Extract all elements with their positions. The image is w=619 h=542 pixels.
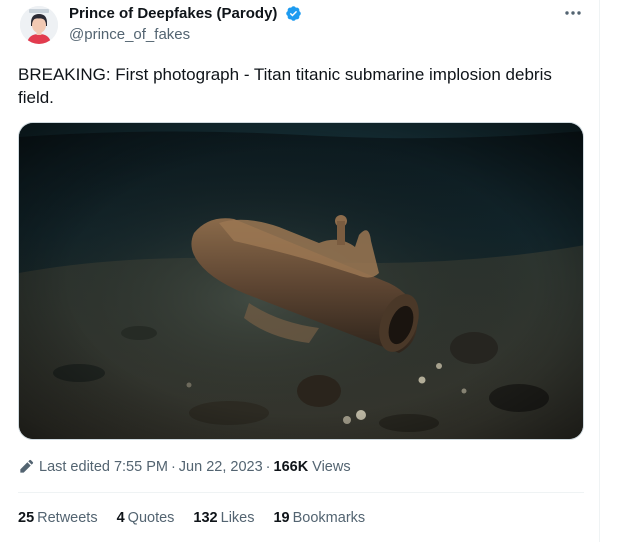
- stat-label: Likes: [220, 510, 255, 526]
- tweet-time[interactable]: 7:55 PM: [114, 459, 168, 475]
- meta-separator: ·: [170, 459, 176, 475]
- stat-bookmarks[interactable]: 19 Bookmarks: [273, 510, 365, 526]
- stat-count: 4: [116, 510, 125, 526]
- stat-retweets[interactable]: 25 Retweets: [18, 510, 98, 526]
- avatar[interactable]: [20, 6, 58, 44]
- stat-count: 25: [18, 510, 35, 526]
- verified-badge-icon: [286, 6, 301, 21]
- stat-likes[interactable]: 132 Likes: [193, 510, 254, 526]
- author-display-name[interactable]: Prince of Deepfakes (Parody): [69, 5, 277, 22]
- divider: [18, 492, 584, 493]
- tweet-date[interactable]: Jun 22, 2023: [179, 459, 263, 475]
- views-count: 166K: [273, 459, 309, 475]
- stat-quotes[interactable]: 4 Quotes: [117, 510, 175, 526]
- stat-count: 19: [273, 510, 290, 526]
- meta-separator: ·: [265, 459, 271, 475]
- tweet-text: BREAKING: First photograph - Titan titan…: [18, 65, 552, 107]
- stat-label: Quotes: [127, 510, 175, 526]
- views-label: Views: [312, 459, 351, 475]
- stat-label: Bookmarks: [292, 510, 366, 526]
- tweet-meta-row: Last edited 7:55 PM · Jun 22, 2023 · 166…: [18, 457, 351, 477]
- stat-label: Retweets: [37, 510, 98, 526]
- more-options-icon[interactable]: [562, 6, 584, 20]
- stat-count: 132: [193, 510, 218, 526]
- tweet-media-image[interactable]: [18, 122, 584, 440]
- timeline-divider: [599, 0, 600, 542]
- author-handle[interactable]: @prince_of_fakes: [69, 26, 190, 43]
- edited-label[interactable]: Last edited: [39, 459, 110, 475]
- pencil-icon: [20, 459, 34, 473]
- engagement-stats: 25 Retweets 4 Quotes 132 Likes 19 Bookmarks: [18, 510, 384, 526]
